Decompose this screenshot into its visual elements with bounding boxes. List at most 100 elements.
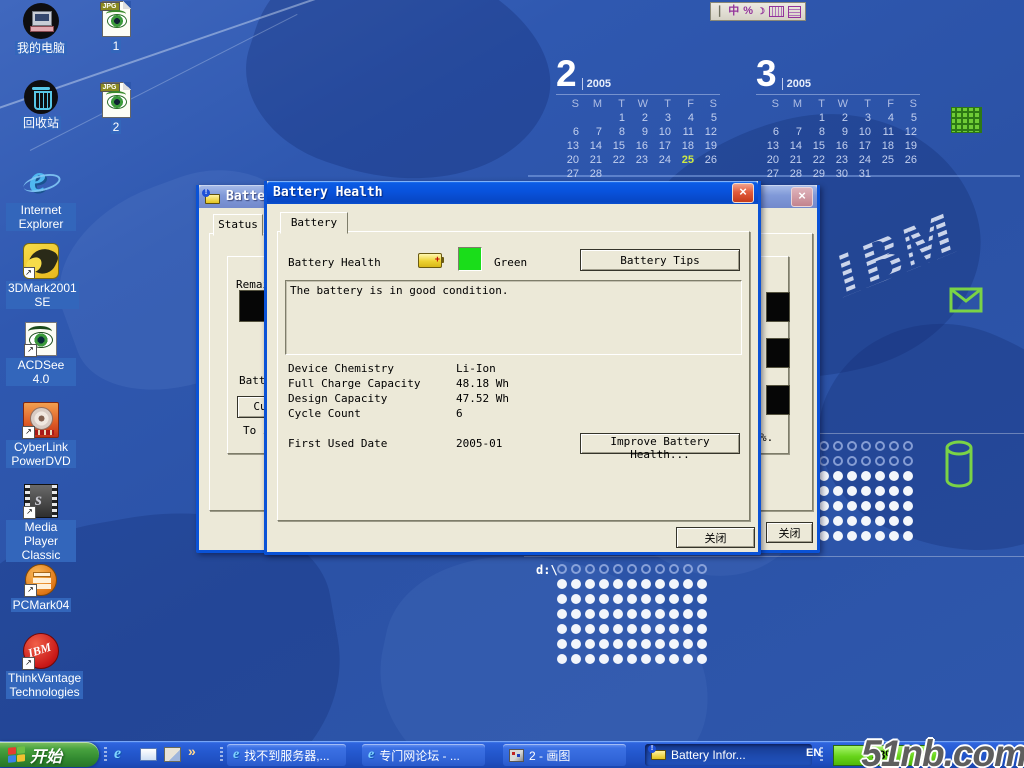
desktop-icon-jpg-2[interactable]: JPG2 (93, 82, 139, 136)
task-button-label: Battery Infor... (671, 748, 746, 762)
calendar-day: 21 (779, 153, 802, 167)
wallpaper-dot (819, 456, 829, 466)
wallpaper-dot (585, 579, 595, 589)
language-indicator[interactable]: EN (806, 747, 821, 759)
task-button[interactable]: e专门网论坛 - ... (362, 744, 485, 766)
wallpaper-dot (613, 564, 623, 574)
wallpaper-dot (903, 531, 913, 541)
wallpaper-dot (697, 594, 707, 604)
wallpaper-dot (655, 594, 665, 604)
calendar-day: 17 (648, 139, 671, 153)
calendar-day: 22 (802, 153, 825, 167)
wallpaper-dot (861, 441, 871, 451)
start-button[interactable]: 开始 (0, 742, 99, 767)
show-desktop-icon[interactable] (164, 747, 181, 762)
battery-health-dialog: Battery Health × Battery Battery Health … (264, 181, 761, 555)
desktop-icon-jpg-1[interactable]: JPG1 (93, 1, 139, 55)
wallpaper-dot (557, 564, 567, 574)
wallpaper-dot (571, 654, 581, 664)
wallpaper-dot (599, 654, 609, 664)
calendar-day (756, 111, 779, 125)
wallpaper-dot (847, 531, 857, 541)
desktop-icon-my-computer[interactable]: 我的电脑 (6, 3, 76, 57)
calendar-day: 10 (848, 125, 871, 139)
battery-panel: Battery Health + Green Battery Tips The … (277, 231, 750, 521)
task-button[interactable]: !Battery Infor... (645, 744, 812, 766)
wallpaper-dot (889, 486, 899, 496)
outlook-express-icon[interactable] (140, 748, 157, 761)
desktop-icon-mpc[interactable]: s↗Media Player Classic (6, 484, 76, 564)
desktop-icon-powerdvd[interactable]: ↗CyberLink PowerDVD (6, 402, 76, 470)
ime-keyboard-icon[interactable] (769, 6, 784, 17)
wallpaper-dot (669, 654, 679, 664)
desktop-icon-pcmark04[interactable]: ↗PCMark04 (6, 564, 76, 614)
detail-label: Full Charge Capacity (288, 377, 420, 390)
wallpaper-dot (557, 594, 567, 604)
improve-battery-health-button[interactable]: Improve Battery Health... (580, 433, 740, 454)
calendar-day: 18 (671, 139, 694, 153)
internet-explorer-icon[interactable]: e (114, 745, 121, 763)
calendar-day: 28 (579, 167, 602, 181)
internet-explorer-icon: e (6, 163, 76, 201)
tab-battery[interactable]: Battery (280, 212, 348, 234)
ime-bar[interactable]: ❘ 中 % ☽ (710, 2, 806, 21)
chevron-overflow-icon[interactable]: » (188, 743, 196, 759)
ime-chinese-icon[interactable]: 中 (728, 4, 739, 19)
calendar-day: 1 (802, 111, 825, 125)
first-used-label: First Used Date (288, 437, 387, 450)
wallpaper-dot (557, 609, 567, 619)
calendar-day: 14 (779, 139, 802, 153)
desktop-icon-recycle-bin[interactable]: 回收站 (6, 80, 76, 132)
battery-tips-button[interactable]: Battery Tips (580, 249, 740, 271)
wallpaper-dot (875, 516, 885, 526)
ime-width-icon[interactable]: % (743, 4, 753, 19)
calendar-day: 13 (556, 139, 579, 153)
task-button-label: 2 - 画图 (529, 747, 570, 764)
calendar-day: 2 (825, 111, 848, 125)
wallpaper-dot (585, 654, 595, 664)
calendar-weekday: M (579, 97, 602, 111)
calendar-day (556, 111, 579, 125)
paint-icon (509, 749, 524, 762)
wallpaper-dot (819, 516, 829, 526)
task-button[interactable]: e找不到服务器,... (227, 744, 346, 766)
calendar-day: 7 (779, 125, 802, 139)
desktop-icon-3dmark2001[interactable]: ↗3DMark2001 SE (6, 243, 76, 311)
calendar-day: 15 (602, 139, 625, 153)
ime-menu-icon[interactable] (788, 6, 801, 18)
detail-label: Design Capacity (288, 392, 387, 405)
battery-health-titlebar[interactable]: Battery Health × (267, 181, 758, 204)
wallpaper-dot (833, 441, 843, 451)
close-button[interactable]: 关闭 (676, 527, 755, 548)
desktop-icon-acdsee[interactable]: ↗ACDSee 4.0 (6, 322, 76, 388)
close-button[interactable]: 关闭 (766, 522, 813, 543)
close-icon[interactable]: × (732, 183, 754, 203)
grid-icon (951, 107, 982, 133)
calendar-weekday: S (894, 97, 917, 111)
calendar-day (648, 167, 671, 181)
wallpaper-dot (847, 456, 857, 466)
desktop-icon-label: Internet Explorer (6, 203, 76, 231)
tab-status[interactable]: Status (213, 214, 263, 236)
calendar-day: 24 (648, 153, 671, 167)
health-status: Green (494, 256, 527, 269)
calendar-day: 8 (602, 125, 625, 139)
wallpaper-dot (889, 531, 899, 541)
wallpaper-dot (697, 639, 707, 649)
close-icon[interactable]: × (791, 187, 813, 207)
wallpaper-dot (819, 531, 829, 541)
shortcut-arrow-icon: ↗ (22, 426, 35, 439)
calendar-day: 4 (871, 111, 894, 125)
cylinder-icon (944, 440, 974, 488)
wallpaper-dot (697, 654, 707, 664)
ime-punct-icon[interactable]: ☽ (757, 4, 765, 19)
desktop-icon-label: ThinkVantage Technologies (6, 671, 83, 699)
wallpaper-dot (861, 516, 871, 526)
desktop: IBM d:\ 22005SMTWTFS12345678910111213141… (0, 0, 1024, 768)
wallpaper-dot (697, 579, 707, 589)
calendar-day: 13 (756, 139, 779, 153)
wallpaper-dot (875, 501, 885, 511)
desktop-icon-internet-explorer[interactable]: eInternet Explorer (6, 163, 76, 233)
desktop-icon-thinkvantage[interactable]: IBM↗ThinkVantage Technologies (6, 633, 76, 701)
task-button[interactable]: 2 - 画图 (503, 744, 626, 766)
